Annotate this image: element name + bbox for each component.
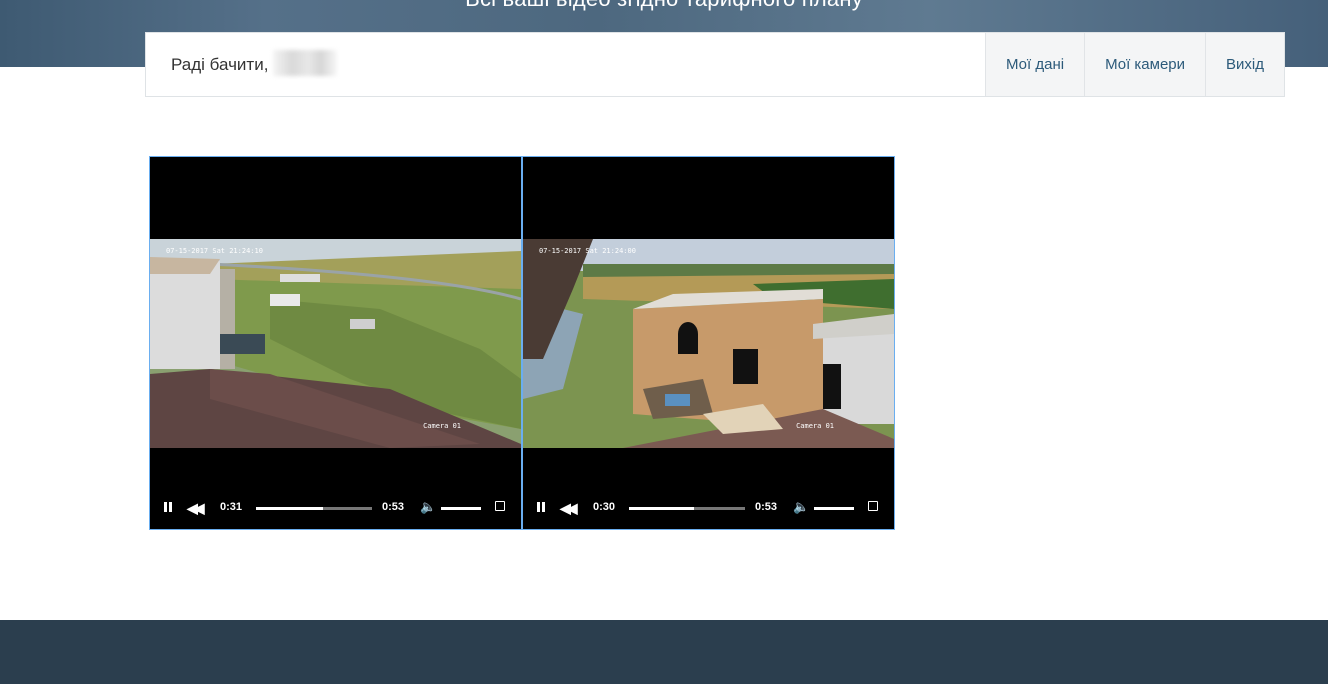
video-grid: 07-15-2017 Sat 21:24:10 Camera 01 ◀◀ 0:3… <box>149 156 895 530</box>
pause-icon[interactable] <box>536 502 546 512</box>
video-frame[interactable]: 07-15-2017 Sat 21:24:10 Camera 01 <box>150 239 521 448</box>
video-controls: ◀◀ 0:31 0:53 🔈 <box>150 499 521 519</box>
volume-icon[interactable]: 🔈 <box>420 499 436 515</box>
main-nav: Мої дані Мої камери Вихід <box>985 33 1284 96</box>
video-timestamp: 07-15-2017 Sat 21:24:00 <box>539 247 636 255</box>
volume-icon[interactable]: 🔈 <box>793 499 809 515</box>
rewind-icon[interactable]: ◀◀ <box>187 500 204 517</box>
camera-label: Camera 01 <box>796 422 834 430</box>
current-time: 0:30 <box>593 501 616 513</box>
greeting-text: Раді бачити, <box>171 55 269 74</box>
nav-logout[interactable]: Вихід <box>1205 33 1284 96</box>
current-time: 0:31 <box>220 501 243 513</box>
seek-progress <box>256 507 324 510</box>
camera-feed-image <box>150 239 521 448</box>
duration: 0:53 <box>755 501 778 513</box>
rewind-icon[interactable]: ◀◀ <box>560 500 577 517</box>
duration: 0:53 <box>382 501 405 513</box>
video-player[interactable]: 07-15-2017 Sat 21:24:10 Camera 01 ◀◀ 0:3… <box>149 156 522 530</box>
seek-bar[interactable] <box>629 507 745 510</box>
pause-icon[interactable] <box>163 502 173 512</box>
seek-progress <box>629 507 694 510</box>
fullscreen-icon[interactable] <box>495 501 505 511</box>
nav-my-data[interactable]: Мої дані <box>985 33 1085 96</box>
camera-label: Camera 01 <box>423 422 461 430</box>
video-player[interactable]: 07-15-2017 Sat 21:24:00 Camera 01 ◀◀ 0:3… <box>522 156 895 530</box>
volume-slider[interactable] <box>441 507 481 510</box>
nav-my-cameras[interactable]: Мої камери <box>1084 33 1206 96</box>
video-timestamp: 07-15-2017 Sat 21:24:10 <box>166 247 263 255</box>
video-controls: ◀◀ 0:30 0:53 🔈 <box>523 499 894 519</box>
hero-title: Всі ваші відео згідно тарифного плану <box>0 0 1328 12</box>
seek-bar[interactable] <box>256 507 372 510</box>
blurred-username <box>273 49 338 76</box>
video-frame[interactable]: 07-15-2017 Sat 21:24:00 Camera 01 <box>523 239 894 448</box>
volume-slider[interactable] <box>814 507 854 510</box>
footer <box>0 620 1328 684</box>
top-bar: Раді бачити, Мої дані Мої камери Вихід <box>145 32 1285 97</box>
greeting: Раді бачити, <box>171 49 338 76</box>
camera-feed-image <box>523 239 894 448</box>
fullscreen-icon[interactable] <box>868 501 878 511</box>
